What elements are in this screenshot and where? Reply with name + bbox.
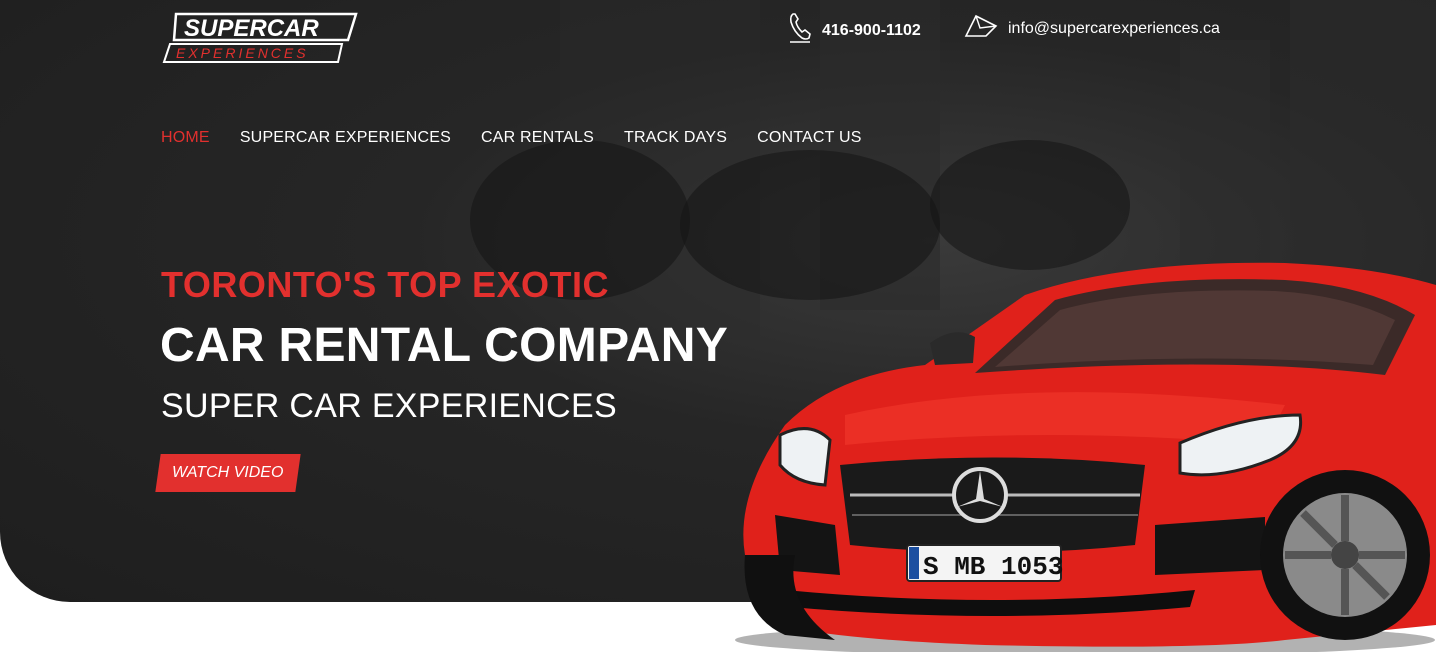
hero-title: CAR RENTAL COMPANY — [160, 319, 729, 372]
email-address[interactable]: info@supercarexperiences.ca — [1008, 20, 1220, 38]
phone-number[interactable]: 416-900-1102 — [822, 22, 921, 40]
watch-video-label: WATCH VIDEO — [172, 464, 284, 481]
main-nav: HOME SUPERCAR EXPERIENCES CAR RENTALS TR… — [161, 129, 862, 147]
hero-tagline: TORONTO'S TOP EXOTIC — [161, 264, 609, 305]
nav-car-rentals[interactable]: CAR RENTALS — [481, 129, 594, 147]
nav-home[interactable]: HOME — [161, 129, 210, 147]
phone-icon — [788, 12, 812, 49]
license-plate-text: S MB 1053 — [923, 552, 1063, 582]
nav-track-days[interactable]: TRACK DAYS — [624, 129, 727, 147]
background-tree — [930, 140, 1130, 270]
logo-text-top: SUPERCAR — [184, 15, 319, 42]
header-phone[interactable]: 416-900-1102 — [788, 12, 921, 49]
logo-text-bottom: EXPERIENCES — [176, 45, 309, 61]
watch-video-button[interactable]: WATCH VIDEO — [155, 454, 301, 492]
site-logo[interactable]: SUPERCAR EXPERIENCES — [162, 10, 358, 66]
nav-contact-us[interactable]: CONTACT US — [757, 129, 862, 147]
nav-supercar-experiences[interactable]: SUPERCAR EXPERIENCES — [240, 129, 451, 147]
hero-subtitle: SUPER CAR EXPERIENCES — [161, 387, 617, 425]
email-icon — [964, 12, 998, 45]
header-email[interactable]: info@supercarexperiences.ca — [964, 12, 1220, 45]
car-image: S MB 1053 — [725, 255, 1436, 656]
